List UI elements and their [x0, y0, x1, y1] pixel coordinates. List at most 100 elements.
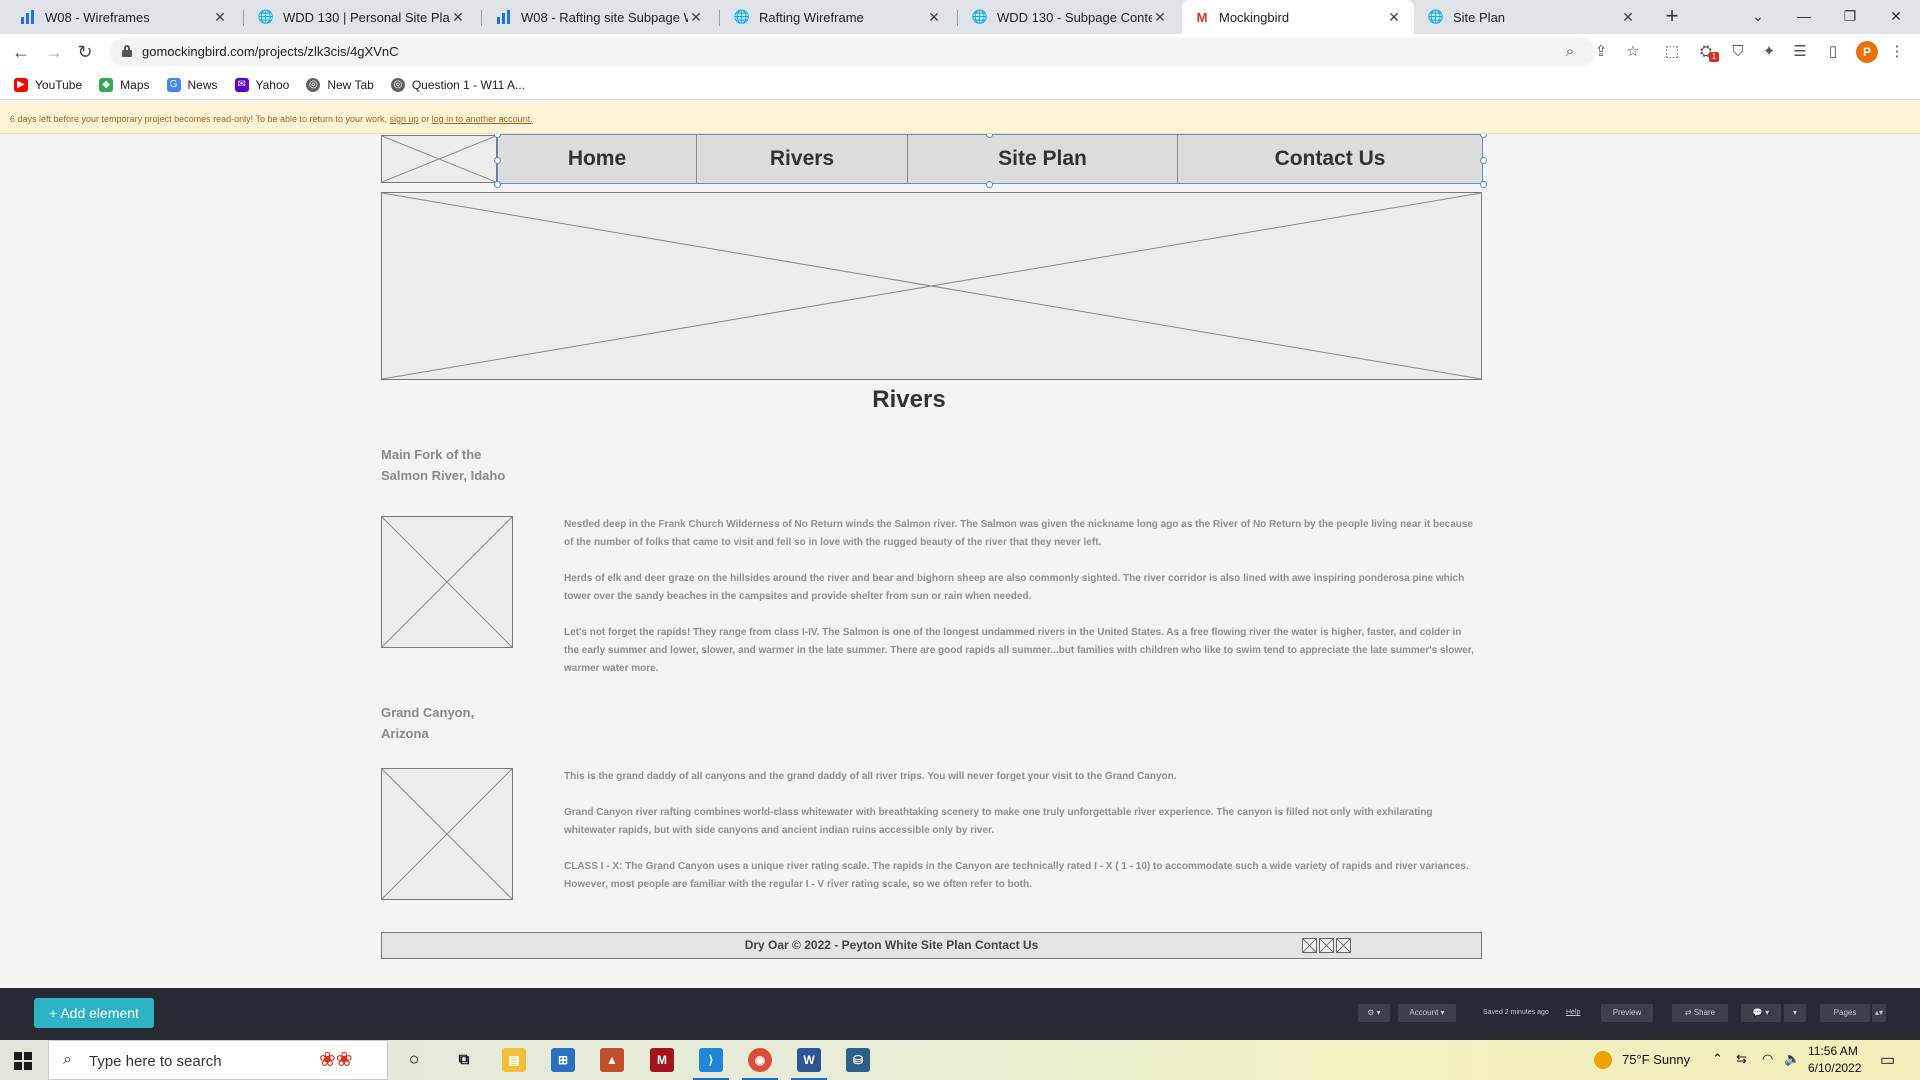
- cortana-icon[interactable]: ○: [402, 1048, 426, 1072]
- forward-button[interactable]: →: [43, 42, 65, 64]
- windows-start-icon[interactable]: [14, 1052, 32, 1070]
- help-link[interactable]: Help: [1566, 1004, 1580, 1022]
- settings-dropdown[interactable]: ⚙ ▾: [1358, 1004, 1390, 1022]
- wifi-icon[interactable]: ◠: [1762, 1051, 1773, 1067]
- tab-personal-site-plan[interactable]: 🌐 WDD 130 | Personal Site Plan ✕: [246, 0, 478, 34]
- app-icon[interactable]: ▲: [600, 1048, 624, 1072]
- page-title: Rivers: [872, 386, 946, 413]
- address-bar[interactable]: gomockingbird.com/projects/zlk3cis/4gXVn…: [110, 38, 1595, 66]
- app-icon[interactable]: ⛁: [846, 1048, 870, 1072]
- close-window-button[interactable]: ✕: [1884, 4, 1908, 28]
- globe-icon: 🌐: [733, 9, 751, 24]
- sign-up-link[interactable]: sign up: [390, 114, 419, 124]
- close-icon[interactable]: ✕: [1386, 9, 1402, 25]
- close-icon[interactable]: ✕: [926, 9, 942, 25]
- shield-icon[interactable]: ⛉: [1728, 42, 1748, 62]
- word-icon[interactable]: W: [797, 1048, 821, 1072]
- side-panel-icon[interactable]: ▯: [1823, 42, 1843, 62]
- bookmark-news[interactable]: G News: [166, 77, 218, 92]
- notifications-icon[interactable]: ▭: [1880, 1050, 1895, 1070]
- salmon-paragraph-2: Herds of elk and deer graze on the hills…: [564, 573, 1465, 602]
- preview-button[interactable]: Preview: [1601, 1004, 1653, 1022]
- tab-subpage-content[interactable]: 🌐 WDD 130 - Subpage Content ✕: [960, 0, 1180, 34]
- resize-handle[interactable]: [1480, 134, 1487, 138]
- extension-icon[interactable]: ⬚: [1662, 42, 1682, 62]
- close-icon[interactable]: ✕: [1152, 9, 1168, 25]
- tab-title: W08 - Wireframes: [45, 9, 150, 25]
- tab-site-plan[interactable]: 🌐 Site Plan ✕: [1416, 0, 1648, 34]
- task-view-icon[interactable]: ⧉: [452, 1048, 476, 1072]
- vscode-icon[interactable]: ⟩: [699, 1048, 723, 1072]
- nav-bar[interactable]: Home Rivers Site Plan Contact Us: [497, 134, 1483, 184]
- resize-handle[interactable]: [1480, 157, 1487, 164]
- salmon-image-placeholder[interactable]: [381, 516, 513, 648]
- account-dropdown[interactable]: Account ▾: [1398, 1004, 1456, 1022]
- wireframe-canvas[interactable]: Home Rivers Site Plan Contact Us Rivers …: [0, 134, 1920, 988]
- tab-rafting-wireframe[interactable]: 🌐 Rafting Wireframe ✕: [722, 0, 954, 34]
- chevron-up-icon[interactable]: ⌃: [1712, 1051, 1723, 1067]
- weather-text[interactable]: 75°F Sunny: [1622, 1052, 1690, 1067]
- restore-button[interactable]: ❐: [1838, 4, 1862, 28]
- back-button[interactable]: ←: [10, 42, 32, 64]
- pages-toggle[interactable]: ▴▾: [1872, 1004, 1886, 1022]
- add-element-button[interactable]: + Add element: [34, 998, 154, 1028]
- hero-image-placeholder[interactable]: [381, 192, 1482, 380]
- resize-handle[interactable]: [1480, 181, 1487, 188]
- resize-handle[interactable]: [986, 181, 993, 188]
- bookmark-yahoo[interactable]: ✉ Yahoo: [234, 77, 289, 92]
- nav-site-plan[interactable]: Site Plan: [908, 135, 1178, 183]
- network-icon[interactable]: ⇆: [1736, 1051, 1747, 1067]
- volume-icon[interactable]: 🔈: [1784, 1051, 1800, 1067]
- social-icon-placeholder[interactable]: [1336, 938, 1351, 953]
- tab-search-button[interactable]: ⌄: [1746, 4, 1770, 28]
- grand-canyon-image-placeholder[interactable]: [381, 768, 513, 900]
- tab-rafting-subpage[interactable]: W08 - Rafting site Subpage Wir ✕: [484, 0, 716, 34]
- section-title-salmon: Main Fork of the Salmon River, Idaho: [381, 447, 506, 483]
- share-icon[interactable]: ⇪: [1591, 42, 1611, 62]
- reload-button[interactable]: ↻: [74, 42, 96, 64]
- minimize-button[interactable]: —: [1792, 4, 1816, 28]
- nav-contact-us[interactable]: Contact Us: [1178, 135, 1482, 183]
- logo-placeholder[interactable]: [381, 135, 497, 183]
- store-icon[interactable]: ⊞: [551, 1048, 575, 1072]
- resize-handle[interactable]: [494, 181, 501, 188]
- reading-list-icon[interactable]: ☰: [1790, 42, 1810, 62]
- share-button[interactable]: ⇄ Share: [1672, 1004, 1728, 1022]
- bookmark-maps[interactable]: ◆ Maps: [99, 77, 150, 92]
- salmon-paragraph-1: Nestled deep in the Frank Church Wildern…: [564, 519, 1473, 548]
- new-tab-button[interactable]: +: [1660, 5, 1684, 29]
- clock-date[interactable]: 6/10/2022: [1808, 1061, 1861, 1075]
- puzzle-icon[interactable]: ✦: [1759, 42, 1779, 62]
- footer[interactable]: Dry Oar © 2022 - Peyton White Site Plan …: [381, 932, 1482, 959]
- nav-rivers[interactable]: Rivers: [697, 135, 908, 183]
- chrome-icon[interactable]: ◉: [748, 1048, 772, 1072]
- profile-avatar[interactable]: P: [1856, 41, 1878, 63]
- globe-icon: ◎: [390, 77, 405, 92]
- log-in-link[interactable]: log in to another account.: [432, 114, 533, 124]
- resize-handle[interactable]: [494, 157, 501, 164]
- bookmark-star-icon[interactable]: ☆: [1623, 42, 1643, 62]
- pages-button[interactable]: Pages: [1820, 1004, 1870, 1022]
- social-icon-placeholder[interactable]: [1302, 938, 1317, 953]
- bookmark-question-1[interactable]: ◎ Question 1 - W11 A...: [390, 77, 525, 92]
- close-icon[interactable]: ✕: [450, 9, 466, 25]
- close-icon[interactable]: ✕: [1620, 9, 1636, 25]
- clock-time[interactable]: 11:56 AM: [1808, 1044, 1858, 1058]
- social-icon-placeholder[interactable]: [1319, 938, 1334, 953]
- close-icon[interactable]: ✕: [212, 9, 228, 25]
- comments-dropdown[interactable]: 💬 ▾: [1741, 1004, 1781, 1022]
- tab-separator: [719, 10, 720, 26]
- taskbar-search-box[interactable]: ⌕ Type here to search ❀❀: [48, 1040, 388, 1080]
- bookmark-label: Question 1 - W11 A...: [411, 77, 525, 92]
- more-dropdown[interactable]: ▾: [1784, 1004, 1806, 1022]
- tab-w08-wireframes[interactable]: W08 - Wireframes ✕: [8, 0, 240, 34]
- file-explorer-icon[interactable]: ▤: [502, 1048, 526, 1072]
- tab-mockingbird[interactable]: M Mockingbird ✕: [1182, 0, 1414, 34]
- zoom-icon[interactable]: ⌕: [1560, 42, 1580, 62]
- menu-icon[interactable]: ⋮: [1887, 42, 1907, 62]
- nav-home[interactable]: Home: [498, 135, 697, 183]
- close-icon[interactable]: ✕: [688, 9, 704, 25]
- bookmark-youtube[interactable]: ▶ YouTube: [14, 77, 82, 92]
- bookmark-new-tab[interactable]: ◎ New Tab: [306, 77, 374, 92]
- mcafee-icon[interactable]: M: [650, 1048, 674, 1072]
